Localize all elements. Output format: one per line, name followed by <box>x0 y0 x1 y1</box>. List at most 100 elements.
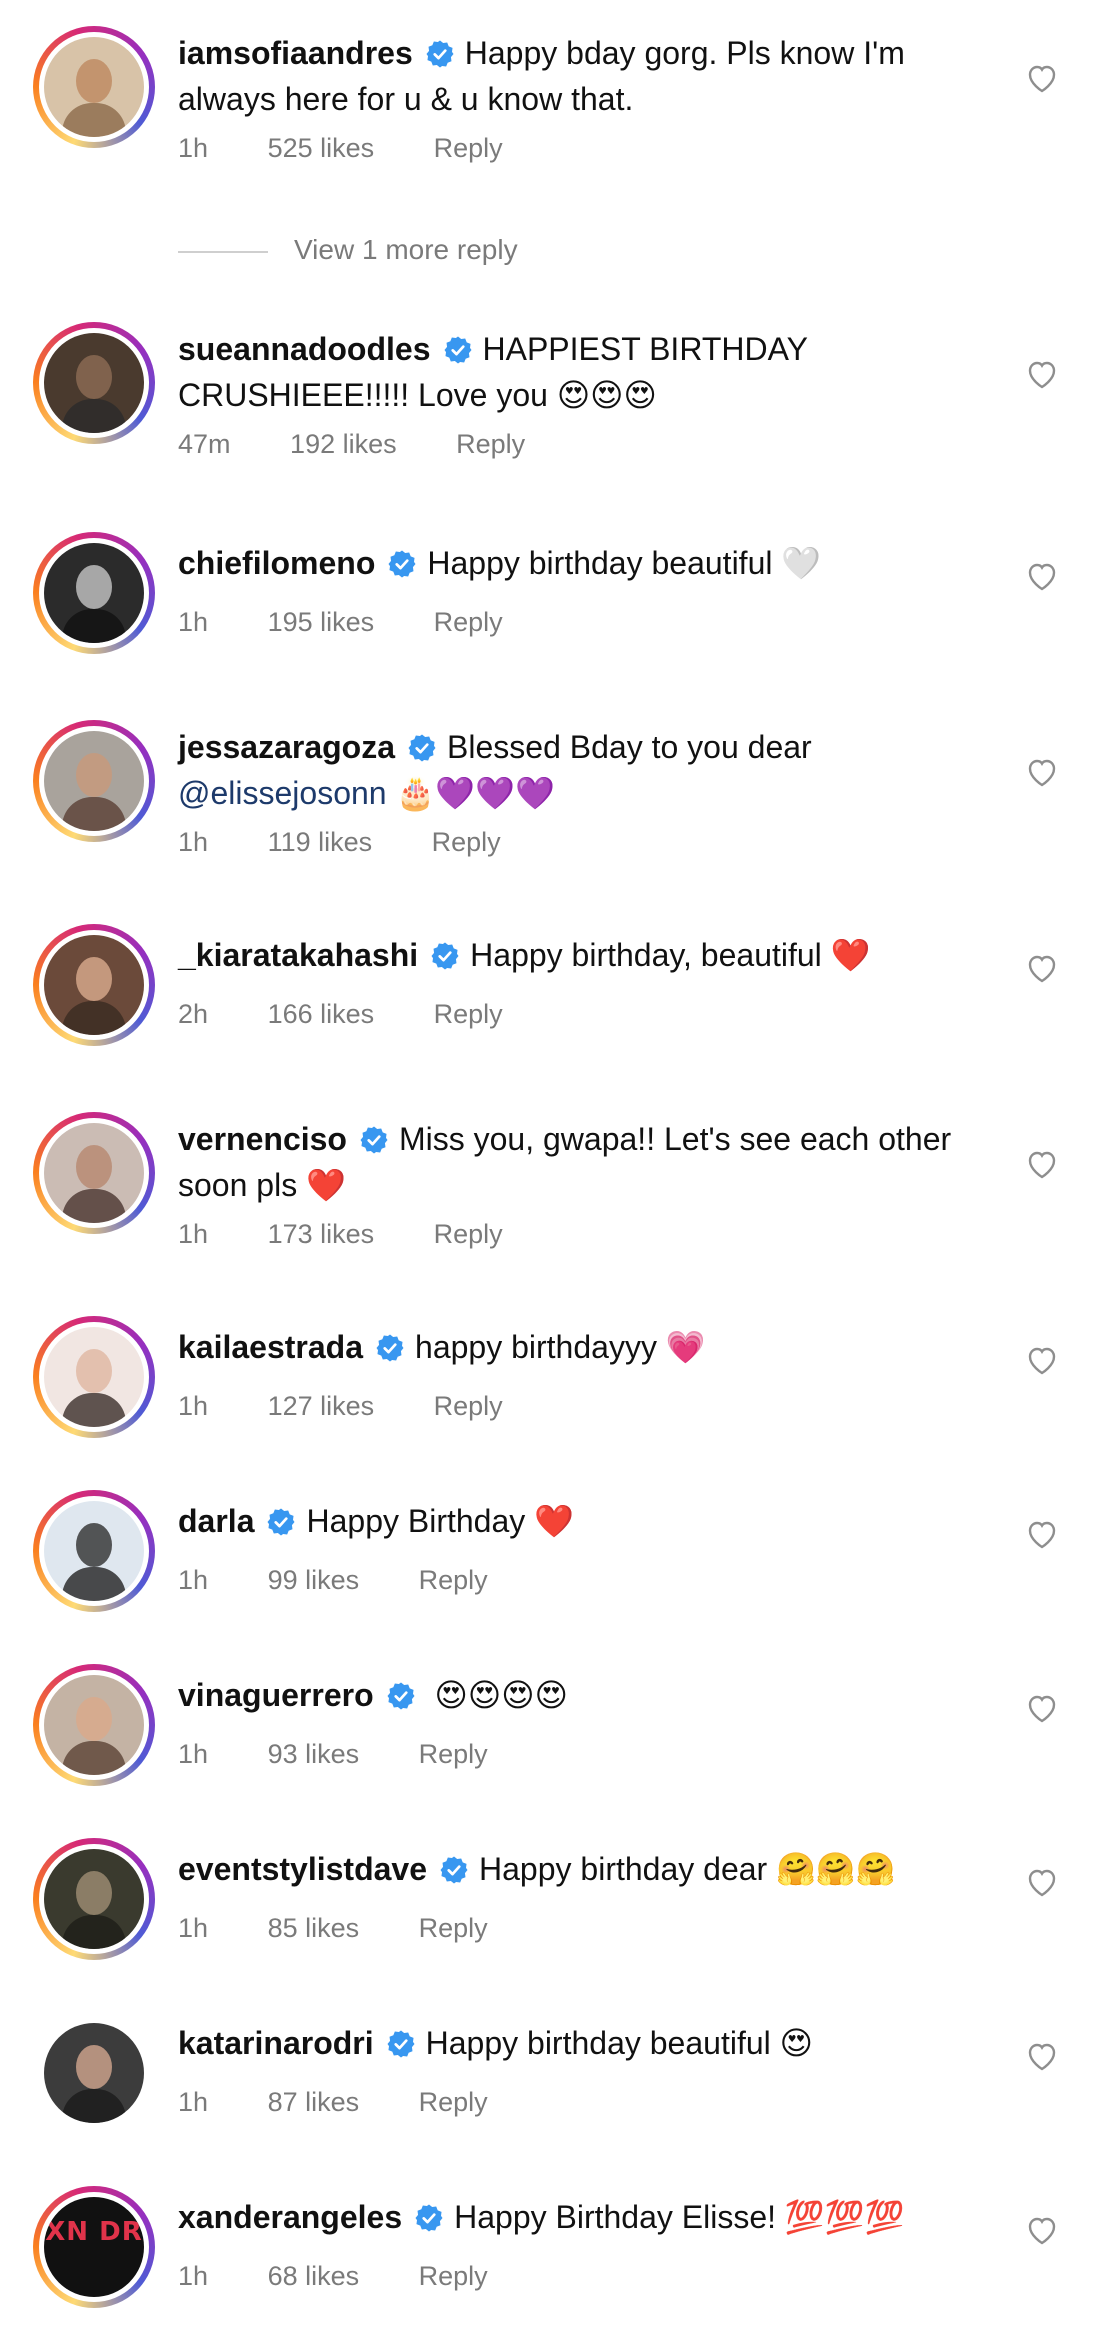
comment-time: 1h <box>178 1913 209 1943</box>
comment-likes[interactable]: 173 likes <box>268 1216 375 1252</box>
comment-likes[interactable]: 127 likes <box>268 1388 375 1424</box>
comment-text: Happy birthday, beautiful <box>470 937 822 973</box>
reply-button[interactable]: Reply <box>434 996 503 1032</box>
comment-time: 2h <box>178 999 209 1029</box>
comment-time: 47m <box>178 429 231 459</box>
comment-username[interactable]: jessazaragoza <box>178 729 395 765</box>
avatar[interactable]: XN DR <box>33 2186 155 2308</box>
avatar[interactable] <box>33 2012 155 2134</box>
avatar[interactable] <box>33 1664 155 1786</box>
verified-badge-icon <box>386 2029 416 2059</box>
comment-body: katarinarodri Happy birthday beautiful 😍 <box>178 2020 978 2066</box>
comment-text: Happy birthday beautiful <box>427 545 773 581</box>
reply-button[interactable]: Reply <box>419 1910 488 1946</box>
verified-badge-icon <box>430 941 460 971</box>
avatar-monogram: XN DR <box>45 2217 143 2247</box>
comment-likes[interactable]: 119 likes <box>268 824 373 860</box>
heart-outline-icon[interactable] <box>1024 558 1060 594</box>
reply-button[interactable]: Reply <box>419 2258 488 2294</box>
heart-outline-icon[interactable] <box>1024 60 1060 96</box>
avatar[interactable] <box>33 924 155 1046</box>
avatar-body <box>62 1393 126 1427</box>
verified-badge-icon <box>386 1681 416 1711</box>
comment-mention[interactable]: @elissejosonn <box>178 775 387 811</box>
comment-likes[interactable]: 93 likes <box>268 1736 360 1772</box>
avatar[interactable] <box>33 720 155 842</box>
avatar-body <box>62 1567 126 1601</box>
avatar[interactable] <box>33 1112 155 1234</box>
verified-badge-icon <box>439 1855 469 1885</box>
reply-button[interactable]: Reply <box>434 1388 503 1424</box>
heart-outline-icon[interactable] <box>1024 1516 1060 1552</box>
avatar[interactable] <box>33 322 155 444</box>
comment-time: 1h <box>178 133 209 163</box>
comment-body: darla Happy Birthday ❤️ <box>178 1498 978 1544</box>
comment-username[interactable]: xanderangeles <box>178 2199 402 2235</box>
heart-outline-icon[interactable] <box>1024 1864 1060 1900</box>
reply-button[interactable]: Reply <box>432 824 501 860</box>
comment-text: happy birthdayyy <box>415 1329 657 1365</box>
heart-outline-icon[interactable] <box>1024 754 1060 790</box>
comment-likes[interactable]: 87 likes <box>268 2084 360 2120</box>
heart-outline-icon[interactable] <box>1024 1342 1060 1378</box>
comment-likes[interactable]: 85 likes <box>268 1910 360 1946</box>
avatar[interactable] <box>33 1838 155 1960</box>
reply-button[interactable]: Reply <box>419 1562 488 1598</box>
comment-emoji: ❤️ <box>306 1166 346 1204</box>
reply-button[interactable]: Reply <box>419 2084 488 2120</box>
reply-button[interactable]: Reply <box>419 1736 488 1772</box>
comment-meta: 2h 166 likes Reply <box>178 996 503 1032</box>
comment-time: 1h <box>178 2261 209 2291</box>
comment-likes[interactable]: 195 likes <box>268 604 375 640</box>
heart-outline-icon[interactable] <box>1024 950 1060 986</box>
avatar-face <box>76 355 112 399</box>
comment-username[interactable]: darla <box>178 1503 254 1539</box>
comment-time: 1h <box>178 1739 209 1769</box>
avatar[interactable] <box>33 532 155 654</box>
avatar[interactable] <box>33 1490 155 1612</box>
heart-outline-icon[interactable] <box>1024 1690 1060 1726</box>
comment-username[interactable]: _kiaratakahashi <box>178 937 418 973</box>
heart-outline-icon[interactable] <box>1024 356 1060 392</box>
comment-username[interactable]: chiefilomeno <box>178 545 375 581</box>
comment-emoji: ❤️ <box>830 936 871 974</box>
reply-button[interactable]: Reply <box>434 130 503 166</box>
reply-button[interactable]: Reply <box>434 604 503 640</box>
heart-outline-icon[interactable] <box>1024 1146 1060 1182</box>
reply-button[interactable]: Reply <box>434 1216 503 1252</box>
reply-button[interactable]: Reply <box>456 426 525 462</box>
comment-meta: 1h 127 likes Reply <box>178 1388 503 1424</box>
comment-likes[interactable]: 166 likes <box>268 996 375 1032</box>
avatar[interactable] <box>33 26 155 148</box>
comment-meta: 1h 87 likes Reply <box>178 2084 488 2120</box>
view-more-replies-label: View 1 more reply <box>294 234 518 265</box>
heart-outline-icon[interactable] <box>1024 2038 1060 2074</box>
comment-likes[interactable]: 99 likes <box>268 1562 360 1598</box>
comment-text: Happy Birthday Elisse! <box>454 2199 777 2235</box>
heart-outline-icon[interactable] <box>1024 2212 1060 2248</box>
avatar[interactable] <box>33 1316 155 1438</box>
comment-emoji: 😍😍😍 <box>556 376 657 414</box>
verified-badge-icon <box>375 1333 405 1363</box>
comment-text: Happy Birthday <box>306 1503 526 1539</box>
comment-likes[interactable]: 68 likes <box>268 2258 360 2294</box>
comment-username[interactable]: eventstylistdave <box>178 1851 427 1887</box>
avatar-body <box>62 399 126 433</box>
avatar-face <box>76 2045 112 2089</box>
comment-time: 1h <box>178 1219 209 1249</box>
comment-likes[interactable]: 192 likes <box>290 426 397 462</box>
comment-emoji: 😍 <box>779 2024 813 2062</box>
comment-likes[interactable]: 525 likes <box>268 130 375 166</box>
comment-username[interactable]: kailaestrada <box>178 1329 363 1365</box>
avatar-face <box>76 1523 112 1567</box>
comment-username[interactable]: vernenciso <box>178 1121 347 1157</box>
comment-meta: 1h 93 likes Reply <box>178 1736 488 1772</box>
comment-username[interactable]: sueannadoodles <box>178 331 431 367</box>
comment-emoji: 💯💯💯 <box>784 2198 905 2236</box>
comment-username[interactable]: iamsofiaandres <box>178 35 413 71</box>
comment-username[interactable]: katarinarodri <box>178 2025 374 2061</box>
comment-username[interactable]: vinaguerrero <box>178 1677 374 1713</box>
comment-text: Blessed Bday to you dear <box>447 729 812 765</box>
view-more-replies-button[interactable]: View 1 more reply <box>178 234 518 274</box>
comment-emoji: 😍😍😍😍 <box>434 1676 568 1714</box>
